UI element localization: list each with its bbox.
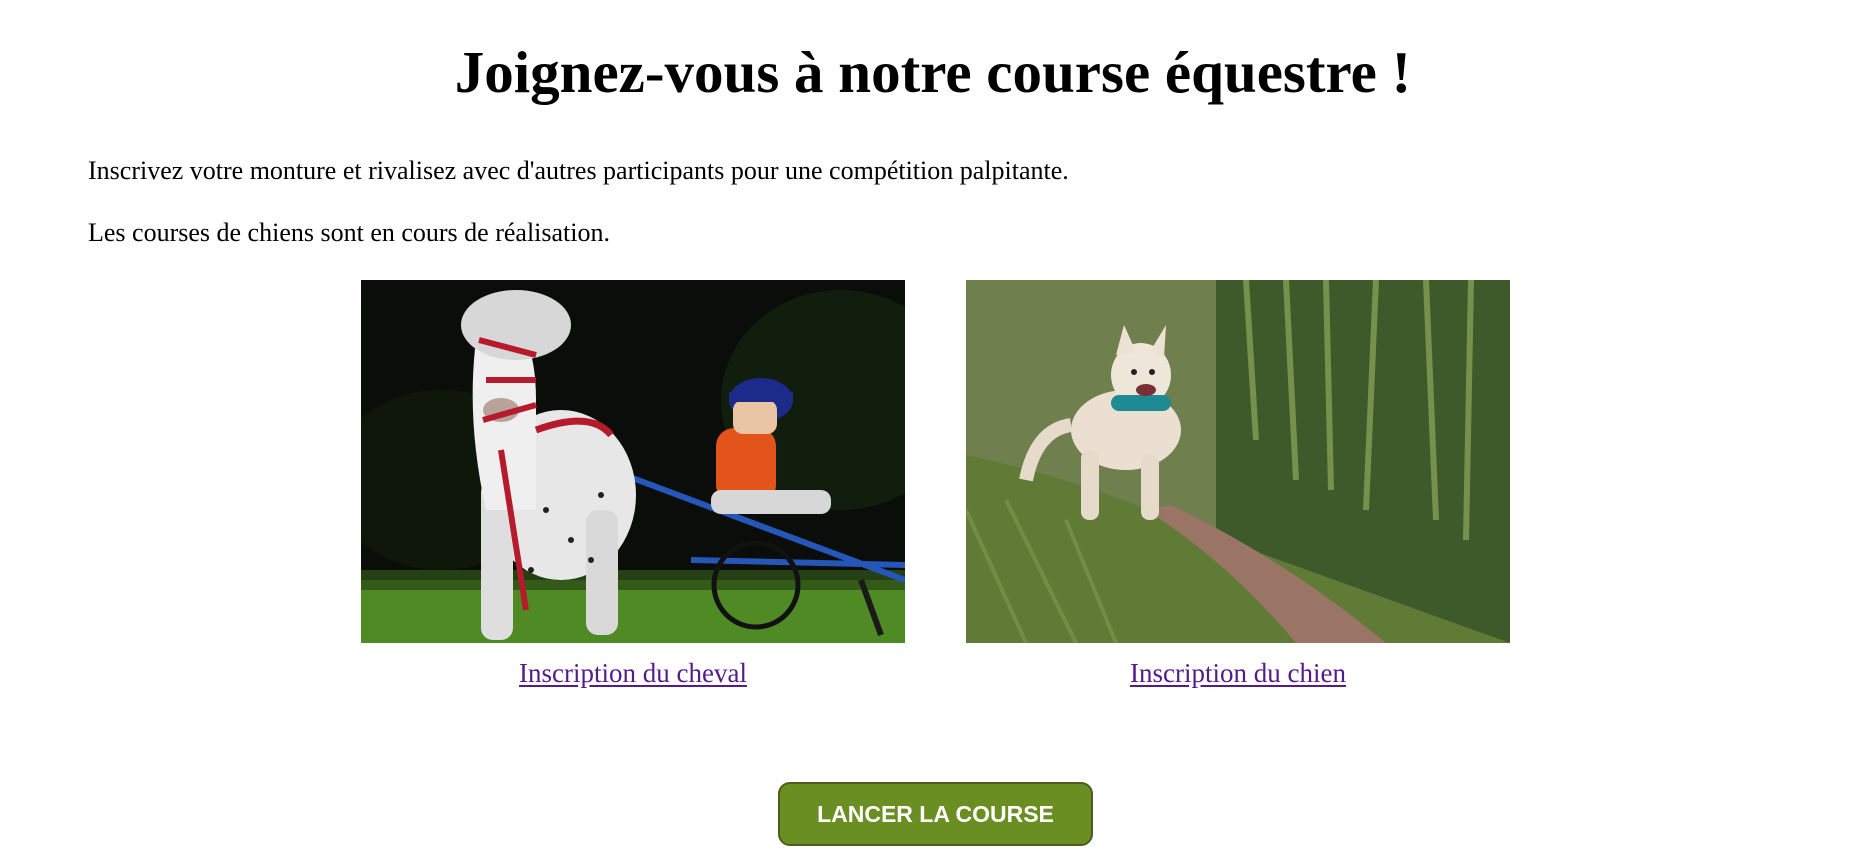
dog-race-notice: Les courses de chiens sont en cours de r…: [88, 218, 611, 247]
dog-card: Inscription du chien: [966, 280, 1510, 689]
dog-registration-link[interactable]: Inscription du chien: [966, 658, 1510, 689]
horse-race-photo: [361, 280, 905, 643]
page-title: Joignez-vous à notre course équestre !: [454, 39, 1412, 105]
horse-card: Inscription du cheval: [361, 280, 905, 689]
intro-text: Inscrivez votre monture et rivalisez ave…: [88, 156, 1069, 185]
dog-running-photo: [966, 280, 1510, 643]
horse-registration-link[interactable]: Inscription du cheval: [361, 658, 905, 689]
start-race-button[interactable]: LANCER LA COURSE: [778, 782, 1093, 846]
